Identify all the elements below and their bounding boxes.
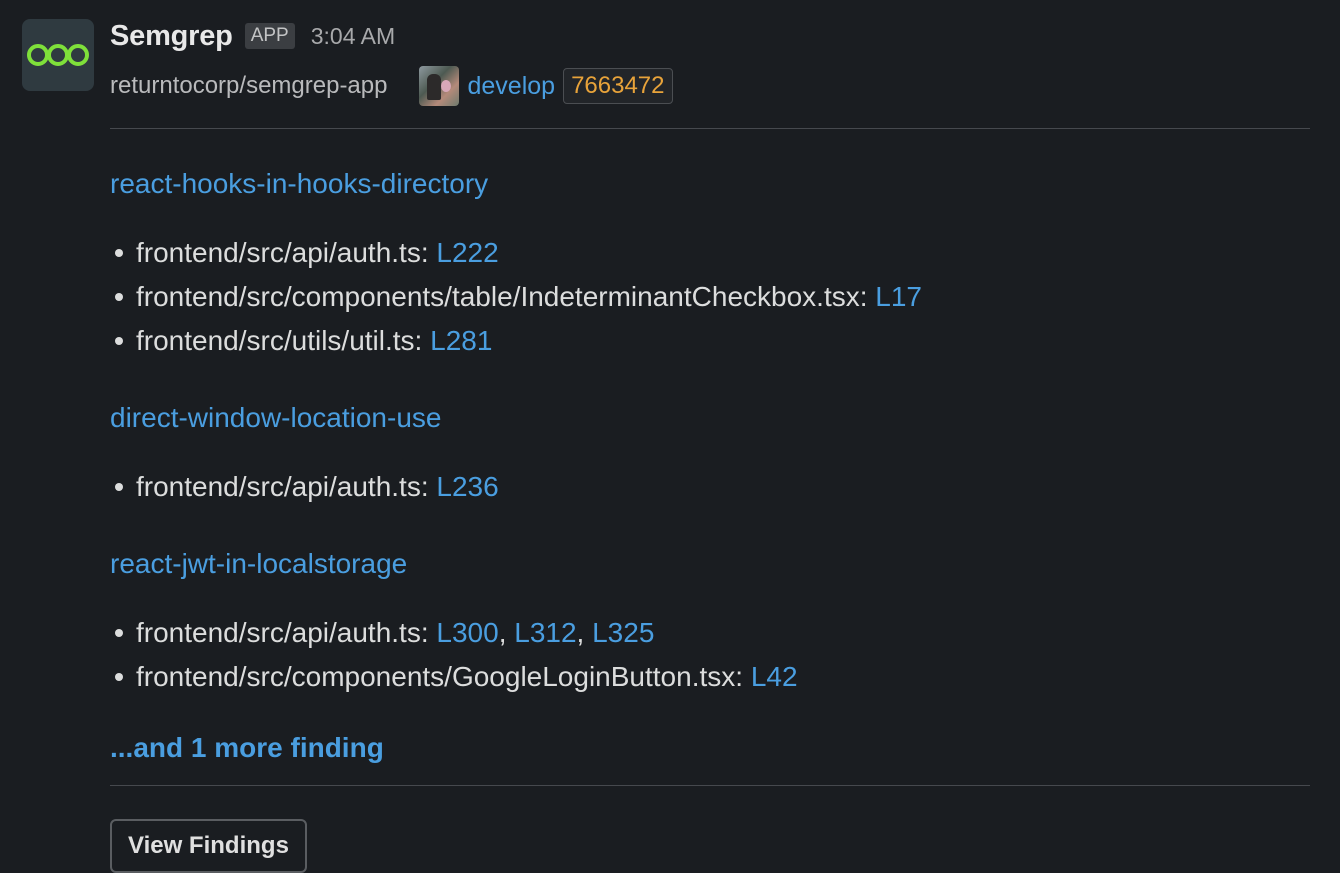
- line-separator: ,: [498, 617, 515, 648]
- finding-path: frontend/src/components/GoogleLoginButto…: [136, 661, 744, 692]
- divider-top: [110, 128, 1310, 129]
- finding-item: frontend/src/api/auth.ts: L222: [110, 231, 1310, 275]
- findings-list: frontend/src/api/auth.ts: L222 frontend/s…: [110, 231, 1310, 363]
- line-separator: ,: [576, 617, 593, 648]
- line-link[interactable]: L300: [436, 611, 498, 655]
- app-badge: APP: [244, 23, 295, 49]
- finding-path: frontend/src/components/table/Indetermin…: [136, 281, 868, 312]
- finding-path: frontend/src/api/auth.ts:: [136, 617, 429, 648]
- commit-author-avatar: [419, 66, 460, 106]
- finding-item: frontend/src/components/table/Indetermin…: [110, 275, 1310, 319]
- bullet-icon: [115, 293, 123, 301]
- line-link[interactable]: L17: [875, 275, 922, 319]
- rule-title-link[interactable]: direct-window-location-use: [110, 401, 1310, 435]
- finding-item: frontend/src/api/auth.ts: L300, L312, L3…: [110, 611, 1310, 655]
- finding-item: frontend/src/api/auth.ts: L236: [110, 465, 1310, 509]
- bullet-icon: [115, 483, 123, 491]
- rule-title-link[interactable]: react-jwt-in-localstorage: [110, 547, 1310, 581]
- bullet-icon: [115, 337, 123, 345]
- line-link[interactable]: L236: [436, 465, 498, 509]
- line-link[interactable]: L42: [751, 655, 798, 699]
- commit-sha[interactable]: 7663472: [563, 68, 673, 104]
- bullet-icon: [115, 629, 123, 637]
- message-header: Semgrep APP 3:04 AM: [110, 14, 1310, 58]
- view-findings-button[interactable]: View Findings: [110, 819, 307, 873]
- finding-path: frontend/src/api/auth.ts:: [136, 471, 429, 502]
- finding-item: frontend/src/components/GoogleLoginButto…: [110, 655, 1310, 699]
- sender-name[interactable]: Semgrep: [110, 20, 233, 53]
- line-link[interactable]: L281: [430, 319, 492, 363]
- rule-title-link[interactable]: react-hooks-in-hooks-directory: [110, 167, 1310, 201]
- findings-list: frontend/src/api/auth.ts: L236: [110, 465, 1310, 509]
- finding-path: frontend/src/api/auth.ts:: [136, 237, 429, 268]
- branch-link[interactable]: develop: [467, 72, 555, 101]
- finding-item: frontend/src/utils/util.ts: L281: [110, 319, 1310, 363]
- semgrep-logo-icon: [27, 44, 89, 66]
- message-content: Semgrep APP 3:04 AM returntocorp/semgrep…: [110, 14, 1310, 873]
- line-link[interactable]: L312: [514, 611, 576, 655]
- more-findings-link[interactable]: ...and 1 more finding: [110, 731, 1310, 765]
- findings-list: frontend/src/api/auth.ts: L300, L312, L3…: [110, 611, 1310, 699]
- bullet-icon: [115, 249, 123, 257]
- divider-bottom: [110, 785, 1310, 786]
- repo-name: returntocorp/semgrep-app: [110, 72, 388, 99]
- repo-line: returntocorp/semgrep-app develop 7663472: [110, 62, 1310, 110]
- finding-path: frontend/src/utils/util.ts:: [136, 325, 423, 356]
- line-link[interactable]: L325: [592, 611, 654, 655]
- bullet-icon: [115, 673, 123, 681]
- semgrep-avatar[interactable]: [22, 19, 94, 91]
- message-timestamp[interactable]: 3:04 AM: [311, 23, 395, 50]
- findings-groups: react-hooks-in-hooks-directory frontend/s…: [110, 167, 1310, 699]
- line-link[interactable]: L222: [436, 231, 498, 275]
